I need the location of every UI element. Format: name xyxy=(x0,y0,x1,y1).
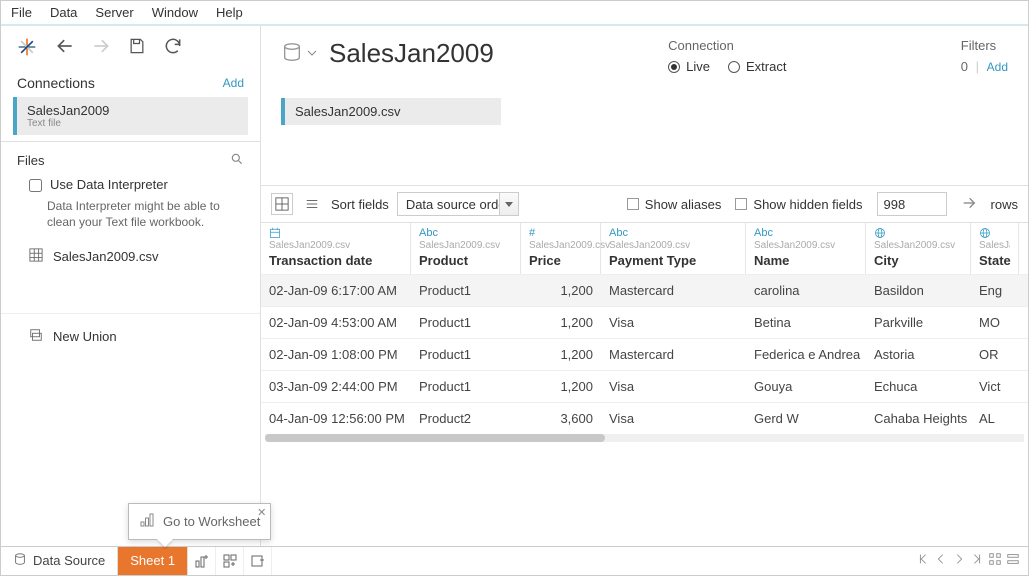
tab-data-source[interactable]: Data Source xyxy=(1,547,118,575)
col-price[interactable]: #SalesJan2009.csvPrice xyxy=(521,223,601,274)
list-view-icon[interactable] xyxy=(301,193,323,215)
menu-server[interactable]: Server xyxy=(95,5,133,20)
data-source-tab-icon xyxy=(13,552,27,569)
table-row[interactable]: 04-Jan-09 12:56:00 PMProduct23,600VisaGe… xyxy=(261,402,1028,434)
files-search-icon[interactable] xyxy=(230,152,244,169)
tab-list-icon[interactable] xyxy=(1006,552,1020,569)
connections-header: Connections xyxy=(17,75,95,91)
col-transaction-date[interactable]: SalesJan2009.csv Transaction date xyxy=(261,223,411,274)
col-city[interactable]: SalesJan2009.csvCity xyxy=(866,223,971,274)
tab-sheet-1[interactable]: Sheet 1 xyxy=(118,547,188,575)
show-hidden-fields-checkbox[interactable]: Show hidden fields xyxy=(735,197,862,212)
sort-fields-label: Sort fields xyxy=(331,197,389,212)
connection-live-radio[interactable]: Live xyxy=(668,59,710,74)
grid-header-row: SalesJan2009.csv Transaction date AbcSal… xyxy=(261,223,1028,274)
file-entry-label: SalesJan2009.csv xyxy=(53,249,159,264)
connection-live-label: Live xyxy=(686,59,710,74)
save-icon[interactable] xyxy=(127,36,147,59)
connection-extract-label: Extract xyxy=(746,59,786,74)
tab-grid-icon[interactable] xyxy=(988,552,1002,569)
file-entry[interactable]: SalesJan2009.csv xyxy=(1,240,260,273)
data-grid: SalesJan2009.csv Transaction date AbcSal… xyxy=(261,223,1028,546)
menu-window[interactable]: Window xyxy=(152,5,198,20)
tab-first-icon[interactable] xyxy=(916,552,930,569)
file-grid-icon xyxy=(29,248,43,265)
connection-item[interactable]: SalesJan2009 Text file xyxy=(13,97,248,135)
tab-prev-icon[interactable] xyxy=(934,552,948,569)
menu-help[interactable]: Help xyxy=(216,5,243,20)
tab-last-icon[interactable] xyxy=(970,552,984,569)
connection-mode-header: Connection xyxy=(668,38,786,53)
new-story-icon[interactable] xyxy=(244,547,272,575)
add-connection-link[interactable]: Add xyxy=(223,76,244,90)
grid-body: 02-Jan-09 6:17:00 AMProduct11,200Masterc… xyxy=(261,274,1028,434)
tooltip-text: Go to Worksheet xyxy=(163,514,260,529)
datasource-title[interactable]: SalesJan2009 xyxy=(329,38,494,69)
grid-controls: Sort fields Data source order Show alias… xyxy=(261,185,1028,223)
new-worksheet-icon[interactable] xyxy=(188,547,216,575)
table-pill[interactable]: SalesJan2009.csv xyxy=(281,98,501,125)
use-data-interpreter-row[interactable]: Use Data Interpreter xyxy=(1,175,260,194)
grid-view-icon[interactable] xyxy=(271,193,293,215)
col-name: Transaction date xyxy=(269,253,402,268)
col-src: SalesJan2009.csv xyxy=(269,240,402,251)
filters-header: Filters xyxy=(961,38,1008,53)
filters-add-link[interactable]: Add xyxy=(987,60,1008,74)
go-to-worksheet-tooltip: Go to Worksheet ✕ xyxy=(128,503,271,540)
rows-label: rows xyxy=(991,197,1018,212)
connection-item-type: Text file xyxy=(27,118,238,129)
tab-data-source-label: Data Source xyxy=(33,553,105,568)
filters-separator: | xyxy=(976,59,979,74)
col-name[interactable]: AbcSalesJan2009.csvName xyxy=(746,223,866,274)
show-aliases-checkbox[interactable]: Show aliases xyxy=(627,197,722,212)
new-union-label: New Union xyxy=(53,329,117,344)
col-payment-type[interactable]: AbcSalesJan2009.csvPayment Type xyxy=(601,223,746,274)
tableau-logo-icon xyxy=(17,37,39,59)
tab-sheet-1-label: Sheet 1 xyxy=(130,553,175,568)
table-row[interactable]: 02-Jan-09 1:08:00 PMProduct11,200Masterc… xyxy=(261,338,1028,370)
col-product[interactable]: AbcSalesJan2009.csvProduct xyxy=(411,223,521,274)
row-count-input[interactable]: 998 xyxy=(877,192,947,216)
chevron-down-icon[interactable] xyxy=(307,46,317,61)
filters-panel: Filters 0 | Add xyxy=(961,38,1008,74)
data-interpreter-hint: Data Interpreter might be able to clean … xyxy=(1,194,260,240)
sort-fields-select[interactable]: Data source order xyxy=(397,192,519,216)
show-aliases-label: Show aliases xyxy=(645,197,722,212)
use-data-interpreter-checkbox[interactable] xyxy=(29,179,42,192)
menu-data[interactable]: Data xyxy=(50,5,77,20)
horizontal-scrollbar[interactable] xyxy=(265,434,1024,442)
table-row[interactable]: 03-Jan-09 2:44:00 PMProduct11,200VisaGou… xyxy=(261,370,1028,402)
database-icon xyxy=(281,41,303,66)
show-hidden-fields-label: Show hidden fields xyxy=(753,197,862,212)
sort-fields-value: Data source order xyxy=(406,197,510,212)
back-icon[interactable] xyxy=(55,36,75,59)
bottom-tab-bar: Data Source Sheet 1 xyxy=(1,546,1028,575)
refresh-icon[interactable] xyxy=(163,36,183,59)
menu-bar: File Data Server Window Help xyxy=(1,1,1028,26)
col-state[interactable]: SalesJan2009.csvState xyxy=(971,223,1019,274)
new-dashboard-icon[interactable] xyxy=(216,547,244,575)
union-icon xyxy=(29,328,43,345)
connection-extract-radio[interactable]: Extract xyxy=(728,59,786,74)
go-arrow-icon[interactable] xyxy=(961,195,977,214)
main-area: SalesJan2009 Connection Live Extract Fil… xyxy=(261,26,1028,546)
connection-mode: Connection Live Extract xyxy=(668,38,786,74)
filters-count: 0 xyxy=(961,59,968,74)
close-tooltip-icon[interactable]: ✕ xyxy=(257,506,266,519)
tab-nav-controls xyxy=(916,547,1028,575)
left-sidebar: Connections Add SalesJan2009 Text file F… xyxy=(1,26,261,546)
table-row[interactable]: 02-Jan-09 6:17:00 AMProduct11,200Masterc… xyxy=(261,274,1028,306)
use-data-interpreter-label: Use Data Interpreter xyxy=(50,177,168,192)
menu-file[interactable]: File xyxy=(11,5,32,20)
table-row[interactable]: 02-Jan-09 4:53:00 AMProduct11,200VisaBet… xyxy=(261,306,1028,338)
tab-next-icon[interactable] xyxy=(952,552,966,569)
forward-icon xyxy=(91,36,111,59)
canvas-area[interactable]: SalesJan2009.csv xyxy=(261,74,1028,185)
new-union[interactable]: New Union xyxy=(1,313,260,353)
worksheet-icon xyxy=(139,512,155,531)
files-header: Files xyxy=(17,153,44,168)
connection-item-name: SalesJan2009 xyxy=(27,103,238,118)
